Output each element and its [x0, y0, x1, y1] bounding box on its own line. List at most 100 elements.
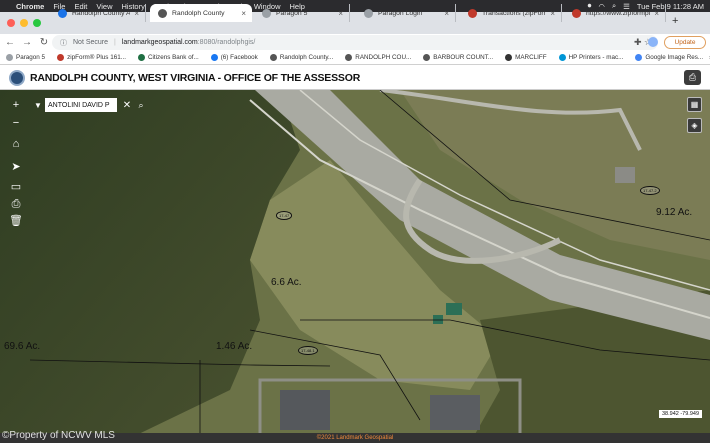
close-window-button[interactable] [7, 19, 15, 27]
extensions-icon[interactable]: ✚ [634, 37, 642, 48]
bookmark-item[interactable]: Citizens Bank of... [137, 54, 199, 61]
print-icon[interactable]: ⎙ [684, 70, 701, 85]
bookmark-label: Paragon 5 [16, 54, 46, 61]
aerial-imagery [0, 90, 710, 443]
app-header: RANDOLPH COUNTY, WEST VIRGINIA - OFFICE … [0, 65, 710, 90]
zoom-window-button[interactable] [33, 19, 41, 27]
bookmark-favicon-icon [57, 54, 65, 61]
bookmark-favicon-icon [269, 54, 277, 61]
address-separator: | [114, 39, 116, 46]
tab-favicon-icon [572, 8, 581, 18]
coordinate-readout: 38.942 -79.949 [659, 410, 703, 418]
bookmark-favicon-icon [423, 54, 431, 61]
qr-code-icon[interactable]: ▦ [687, 97, 702, 112]
tab-label: Paragon 5 [276, 9, 308, 17]
bookmark-item[interactable]: Google Image Res... [635, 54, 703, 61]
app-title: RANDOLPH COUNTY, WEST VIRGINIA - OFFICE … [30, 72, 361, 84]
menu-app-name[interactable]: Chrome [16, 2, 44, 11]
close-tab-icon[interactable]: × [338, 9, 343, 18]
tab-label: Randolph County [172, 9, 225, 17]
tab-transactions[interactable]: Transactions (zipForm Ed... × [460, 4, 562, 22]
bookmark-label: zipForm® Plus 161... [67, 54, 126, 61]
url-path: :8080/randolphgis/ [197, 39, 256, 46]
update-button[interactable]: Update [664, 36, 706, 49]
bookmark-item[interactable]: RANDOLPH COU... [345, 54, 411, 61]
bookmark-item[interactable]: Paragon 5 [6, 54, 45, 61]
mls-watermark: ©Property of NCWV MLS [2, 430, 115, 441]
layers-icon[interactable]: ◈ [687, 118, 702, 133]
bookmark-label: (6) Facebook [220, 54, 258, 61]
acreage-label: 9.12 Ac. [656, 207, 693, 218]
close-tab-icon[interactable]: × [241, 9, 246, 18]
acreage-label: 6.6 Ac. [271, 277, 302, 288]
url-host: landmarkgeospatial.com [121, 39, 198, 46]
tab-zipformplus[interactable]: https://www.zipformplus... × [564, 4, 666, 22]
tab-paragon-login[interactable]: Paragon Login × [356, 4, 456, 22]
tab-favicon-icon [58, 8, 67, 18]
bookmark-label: HP Printers - mac... [568, 54, 624, 61]
tab-favicon-icon [262, 8, 271, 18]
search-icon[interactable]: ⌕ [135, 100, 147, 111]
zoom-in-icon[interactable]: + [8, 97, 24, 113]
browser-toolbar: ← → ↻ ⓘ Not Secure | landmarkgeospatial.… [0, 34, 710, 51]
forward-icon[interactable]: → [20, 37, 34, 48]
map-view[interactable]: 9.12 Ac. 6.6 Ac. 69.6 Ac. 1.46 Ac. 17-47… [0, 90, 710, 443]
measure-icon[interactable]: ▭ [8, 178, 24, 194]
bookmark-item[interactable]: (6) Facebook [210, 54, 258, 61]
parcel-id-label[interactable]: 17-48.1 [298, 346, 318, 355]
home-icon[interactable]: ⌂ [8, 136, 24, 152]
search-input[interactable] [45, 98, 117, 112]
bookmark-favicon-icon [137, 54, 145, 61]
tab-label: Paragon Login [378, 9, 423, 17]
tab-favicon-icon [468, 8, 477, 18]
tab-favicon-icon [158, 8, 167, 18]
acreage-label: 69.6 Ac. [4, 341, 41, 352]
bookmark-item[interactable]: Randolph County... [269, 54, 334, 61]
bookmark-item[interactable]: zipForm® Plus 161... [57, 54, 126, 61]
bookmark-favicon-icon [345, 54, 353, 61]
address-bar[interactable]: ⓘ Not Secure | landmarkgeospatial.com :8… [52, 35, 658, 50]
profile-avatar[interactable] [648, 37, 658, 47]
reload-icon[interactable]: ↻ [37, 37, 51, 48]
close-tab-icon[interactable]: × [444, 9, 449, 18]
bookmark-label: Citizens Bank of... [147, 54, 199, 61]
tab-favicon-icon [364, 8, 373, 18]
close-tab-icon[interactable]: × [550, 9, 555, 18]
parcel-search: ▼ ✕ ⌕ [31, 97, 151, 113]
tab-randolph-assessor[interactable]: Randolph County Assessor × [50, 4, 146, 22]
tab-label: Transactions (zipForm Ed... [482, 9, 546, 17]
tab-label: https://www.zipformplus... [586, 9, 650, 17]
clear-search-icon[interactable]: ✕ [119, 100, 135, 111]
security-warning-icon[interactable]: ⓘ [60, 38, 67, 48]
bookmark-label: MARCLIFF [515, 54, 547, 61]
security-label: Not Secure [73, 39, 109, 46]
chevron-down-icon[interactable]: ▼ [31, 101, 45, 110]
back-icon[interactable]: ← [3, 37, 17, 48]
locate-icon[interactable]: ➤ [8, 158, 24, 174]
parcel-id-label[interactable]: 17-47.2 [640, 186, 660, 195]
tab-paragon-5[interactable]: Paragon 5 × [254, 4, 350, 22]
tab-randolph-county[interactable]: Randolph County × [150, 4, 252, 22]
bookmark-label: Randolph County... [279, 54, 334, 61]
bookmark-label: BARBOUR COUNT... [433, 54, 494, 61]
bookmark-favicon-icon [635, 54, 643, 61]
window-controls [7, 19, 41, 27]
close-tab-icon[interactable]: × [134, 9, 139, 18]
bookmark-item[interactable]: HP Printers - mac... [558, 54, 624, 61]
bookmark-favicon-icon [6, 54, 13, 61]
bookmark-item[interactable]: BARBOUR COUNT... [423, 54, 493, 61]
new-tab-icon[interactable]: + [672, 15, 678, 27]
minimize-window-button[interactable] [20, 19, 28, 27]
print-map-icon[interactable]: ⎙ [8, 196, 24, 212]
zoom-out-icon[interactable]: − [8, 115, 24, 131]
bookmark-favicon-icon [558, 54, 566, 61]
bookmark-favicon-icon [210, 54, 218, 61]
bookmark-favicon-icon [505, 54, 513, 61]
close-tab-icon[interactable]: × [654, 9, 659, 18]
bookmark-item[interactable]: MARCLIFF [505, 54, 547, 61]
tab-label: Randolph County Assessor [72, 9, 131, 17]
county-seal-logo [9, 70, 25, 86]
clear-icon[interactable]: 🗑 [8, 212, 24, 228]
bookmark-label: Google Image Res... [645, 54, 704, 61]
bookmarks-bar: Paragon 5 zipForm® Plus 161... Citizens … [0, 51, 710, 65]
